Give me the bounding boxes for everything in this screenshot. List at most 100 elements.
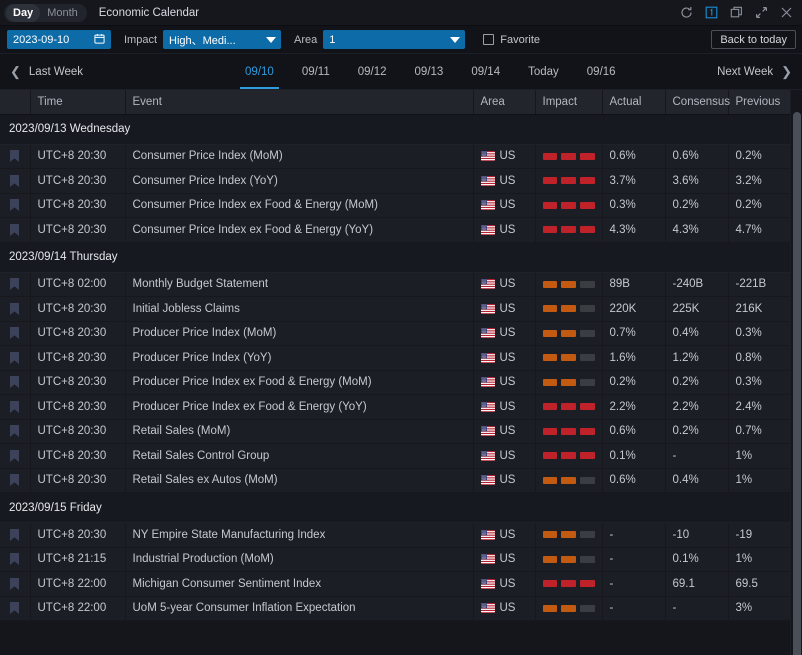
week-day-tab-2[interactable]: 09/12 (344, 54, 401, 89)
bookmark-cell[interactable] (0, 419, 31, 444)
cell-event[interactable]: Michigan Consumer Sentiment Index (125, 571, 474, 597)
cell-event[interactable]: Producer Price Index (YoY) (125, 345, 474, 371)
bookmark-icon[interactable] (10, 199, 20, 212)
bookmark-icon[interactable] (10, 327, 20, 340)
table-row[interactable]: UTC+8 20:30 Retail Sales (MoM) US 0.6% 0.2% 0… (0, 419, 790, 444)
window-count-icon[interactable] (704, 6, 718, 20)
close-icon[interactable] (779, 6, 793, 20)
cell-event[interactable]: NY Empire State Manufacturing Index (125, 522, 474, 548)
table-row[interactable]: UTC+8 20:30 Producer Price Index ex Food … (0, 394, 790, 420)
bookmark-cell[interactable] (0, 321, 31, 346)
table-row[interactable]: UTC+8 20:30 Retail Sales ex Autos (MoM) US… (0, 468, 790, 493)
vertical-scrollbar[interactable] (790, 90, 802, 655)
bookmark-cell[interactable] (0, 443, 31, 469)
date-picker[interactable]: 2023-09-10 (7, 30, 111, 49)
week-day-tab-1[interactable]: 09/11 (288, 54, 344, 89)
bookmark-icon[interactable] (10, 577, 20, 590)
cell-event[interactable]: Producer Price Index (MoM) (125, 321, 474, 346)
bookmark-cell[interactable] (0, 272, 31, 297)
table-row[interactable]: UTC+8 20:30 Consumer Price Index (YoY) US 3… (0, 168, 790, 194)
column-header-event[interactable]: Event (125, 90, 474, 115)
week-day-tab-0[interactable]: 09/10 (231, 54, 288, 89)
table-row[interactable]: UTC+8 21:15 Industrial Production (MoM) US… (0, 547, 790, 572)
bookmark-icon[interactable] (10, 474, 20, 487)
bookmark-icon[interactable] (10, 376, 20, 389)
bookmark-cell[interactable] (0, 370, 31, 395)
table-row[interactable]: UTC+8 20:30 Retail Sales Control Group US 0… (0, 443, 790, 469)
restore-window-icon[interactable] (729, 6, 743, 20)
table-row[interactable]: UTC+8 20:30 Initial Jobless Claims US 220K 2… (0, 296, 790, 322)
bookmark-cell[interactable] (0, 217, 31, 243)
week-day-tab-3[interactable]: 09/13 (401, 54, 458, 89)
bookmark-cell[interactable] (0, 522, 31, 548)
week-day-tab-4[interactable]: 09/14 (457, 54, 514, 89)
column-header-actual[interactable]: Actual (602, 90, 666, 115)
column-header-impact[interactable]: Impact (535, 90, 603, 115)
column-header-consensus[interactable]: Consensus (665, 90, 730, 115)
bookmark-cell[interactable] (0, 193, 31, 218)
table-row[interactable]: UTC+8 20:30 Producer Price Index (YoY) US 1… (0, 345, 790, 371)
bookmark-cell[interactable] (0, 168, 31, 194)
cell-event[interactable]: Industrial Production (MoM) (125, 547, 474, 572)
table-row[interactable]: UTC+8 02:00 Monthly Budget Statement US 89B… (0, 272, 790, 297)
week-day-tab-5[interactable]: Today (514, 54, 573, 89)
bookmark-cell[interactable] (0, 547, 31, 572)
bookmark-icon[interactable] (10, 150, 20, 163)
cell-event[interactable]: Producer Price Index ex Food & Energy (Y… (125, 394, 474, 420)
cell-event[interactable]: Initial Jobless Claims (125, 296, 474, 322)
favorite-checkbox[interactable]: Favorite (483, 34, 540, 46)
cell-event[interactable]: Consumer Price Index ex Food & Energy (Y… (125, 217, 474, 243)
impact-bar (542, 452, 558, 460)
table-row[interactable]: UTC+8 20:30 Consumer Price Index ex Food … (0, 217, 790, 243)
bookmark-icon[interactable] (10, 602, 20, 615)
column-header-previous[interactable]: Previous (728, 90, 790, 115)
cell-event[interactable]: Consumer Price Index (MoM) (125, 144, 474, 169)
bookmark-icon[interactable] (10, 425, 20, 438)
next-week-button[interactable]: Next Week ❯ (717, 54, 792, 89)
view-mode-toggle[interactable]: Day Month (4, 3, 87, 22)
last-week-button[interactable]: ❮ Last Week (10, 54, 83, 89)
bookmark-icon[interactable] (10, 351, 20, 364)
back-to-today-button[interactable]: Back to today (711, 30, 796, 49)
bookmark-cell[interactable] (0, 596, 31, 621)
bookmark-cell[interactable] (0, 468, 31, 493)
cell-event[interactable]: Producer Price Index ex Food & Energy (M… (125, 370, 474, 395)
bookmark-cell[interactable] (0, 345, 31, 371)
table-row[interactable]: UTC+8 22:00 Michigan Consumer Sentiment I… (0, 571, 790, 597)
bookmark-cell[interactable] (0, 571, 31, 597)
bookmark-icon[interactable] (10, 223, 20, 236)
bookmark-icon[interactable] (10, 174, 20, 187)
bookmark-icon[interactable] (10, 400, 20, 413)
refresh-icon[interactable] (679, 6, 693, 20)
cell-event[interactable]: Consumer Price Index ex Food & Energy (M… (125, 193, 474, 218)
week-day-tab-6[interactable]: 09/16 (573, 54, 630, 89)
bookmark-icon[interactable] (10, 278, 20, 291)
bookmark-cell[interactable] (0, 144, 31, 169)
bookmark-icon[interactable] (10, 528, 20, 541)
bookmark-icon[interactable] (10, 449, 20, 462)
table-row[interactable]: UTC+8 22:00 UoM 5-year Consumer Inflation… (0, 596, 790, 621)
table-row[interactable]: UTC+8 20:30 Producer Price Index (MoM) US 0… (0, 321, 790, 346)
table-row[interactable]: UTC+8 20:30 NY Empire State Manufacturing… (0, 522, 790, 548)
view-mode-month[interactable]: Month (40, 4, 85, 22)
maximize-icon[interactable] (754, 6, 768, 20)
bookmark-cell[interactable] (0, 394, 31, 420)
view-mode-day[interactable]: Day (6, 3, 41, 22)
table-row[interactable]: UTC+8 20:30 Producer Price Index ex Food … (0, 370, 790, 395)
bookmark-cell[interactable] (0, 296, 31, 322)
cell-event[interactable]: Retail Sales Control Group (125, 443, 474, 469)
table-row[interactable]: UTC+8 20:30 Consumer Price Index ex Food … (0, 193, 790, 218)
cell-event[interactable]: Retail Sales ex Autos (MoM) (125, 468, 474, 493)
cell-event[interactable]: UoM 5-year Consumer Inflation Expectatio… (125, 596, 474, 621)
bookmark-icon[interactable] (10, 302, 20, 315)
column-header-time[interactable]: Time (30, 90, 126, 115)
cell-event[interactable]: Retail Sales (MoM) (125, 419, 474, 444)
table-row[interactable]: UTC+8 20:30 Consumer Price Index (MoM) US 0… (0, 144, 790, 169)
impact-filter-select[interactable]: High、Medi... (163, 30, 282, 49)
scrollbar-thumb[interactable] (793, 112, 801, 655)
cell-event[interactable]: Monthly Budget Statement (125, 272, 474, 297)
bookmark-icon[interactable] (10, 553, 20, 566)
cell-event[interactable]: Consumer Price Index (YoY) (125, 168, 474, 194)
area-filter-select[interactable]: 1 (323, 30, 466, 49)
column-header-area[interactable]: Area (473, 90, 536, 115)
